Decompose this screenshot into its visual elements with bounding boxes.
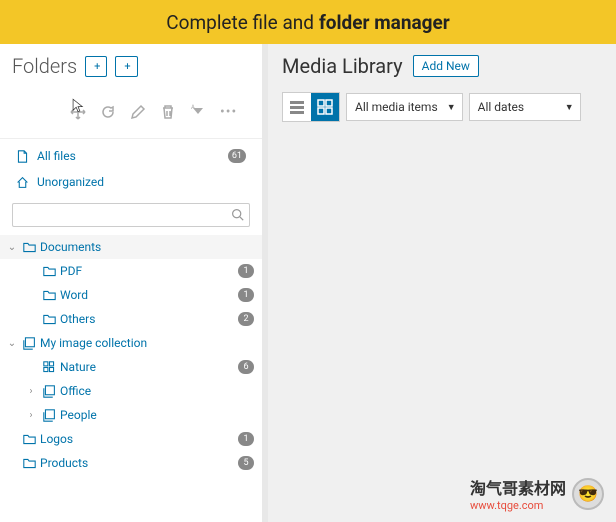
sidebar: Folders + + A ••• All files 61: [0, 44, 262, 522]
page-title: Media Library: [282, 54, 403, 78]
file-icon: [16, 150, 29, 163]
tree-label: PDF: [60, 264, 82, 278]
gallery-icon: [42, 409, 56, 422]
unorganized-item[interactable]: Unorganized: [0, 169, 262, 195]
content-area: Media Library Add New All media items Al…: [268, 44, 616, 522]
cursor-icon: [70, 98, 86, 114]
rename-icon[interactable]: [130, 104, 146, 120]
quick-label: Unorganized: [37, 175, 104, 189]
count-badge: 2: [238, 312, 254, 326]
tree-label: Logos: [40, 432, 73, 446]
tree-label: Word: [60, 288, 88, 302]
banner-text: Complete file and: [166, 11, 314, 34]
tree-item[interactable]: ⌄ Documents: [0, 235, 262, 259]
tree-label: Products: [40, 456, 88, 470]
tree-label: Office: [60, 384, 91, 398]
tree-label: Nature: [60, 360, 96, 374]
folder-icon: [42, 313, 56, 326]
caret-icon: ⌄: [6, 242, 18, 253]
tree-item[interactable]: PDF 1: [0, 259, 262, 283]
watermark-url: www.tqge.com: [470, 499, 566, 512]
search-input[interactable]: [12, 203, 250, 227]
banner-bold: folder manager: [319, 11, 450, 34]
tree-item[interactable]: Nature 6: [0, 355, 262, 379]
grid-icon: [42, 361, 56, 374]
more-icon[interactable]: •••: [220, 104, 237, 120]
folder-toolbar: A •••: [0, 86, 262, 139]
tree-item[interactable]: › Office: [0, 379, 262, 403]
tree-item[interactable]: Word 1: [0, 283, 262, 307]
watermark-text: 淘气哥素材网: [470, 475, 566, 499]
folder-tree: ⌄ Documents PDF 1 Word 1 Others 2 ⌄ My image coll…: [0, 235, 262, 522]
watermark-icon: 😎: [572, 478, 604, 510]
folder-icon: [22, 433, 36, 446]
tree-item[interactable]: Logos 1: [0, 427, 262, 451]
quick-label: All files: [37, 149, 76, 163]
list-view-button[interactable]: [283, 93, 311, 121]
caret-icon: ⌄: [6, 338, 18, 349]
sidebar-title: Folders: [12, 54, 77, 78]
new-folder-button[interactable]: +: [85, 56, 107, 77]
date-select[interactable]: All dates: [469, 93, 581, 121]
add-new-button[interactable]: Add New: [413, 55, 479, 77]
tree-item[interactable]: Others 2: [0, 307, 262, 331]
view-toggle: [282, 92, 340, 122]
caret-icon: ›: [24, 410, 38, 421]
search-icon: [231, 208, 244, 221]
count-badge: 5: [238, 456, 254, 470]
folder-icon: [22, 241, 36, 254]
refresh-icon[interactable]: [100, 104, 116, 120]
tree-label: Others: [60, 312, 95, 326]
home-icon: [16, 176, 29, 189]
folder-icon: [42, 289, 56, 302]
list-icon: [289, 99, 305, 115]
all-files-item[interactable]: All files 61: [0, 143, 262, 169]
count-badge: 61: [228, 149, 246, 163]
tree-label: Documents: [40, 240, 101, 254]
watermark: 淘气哥素材网 www.tqge.com 😎: [470, 475, 604, 512]
grid-icon: [317, 99, 333, 115]
banner: Complete file and folder manager: [0, 0, 616, 44]
count-badge: 6: [238, 360, 254, 374]
count-badge: 1: [238, 432, 254, 446]
sort-icon[interactable]: A: [190, 104, 206, 120]
tree-label: People: [60, 408, 97, 422]
tree-item[interactable]: › People: [0, 403, 262, 427]
svg-text:A: A: [191, 104, 195, 111]
delete-icon[interactable]: [160, 104, 176, 120]
folder-icon: [22, 457, 36, 470]
grid-view-button[interactable]: [311, 93, 339, 121]
tree-item[interactable]: Products 5: [0, 451, 262, 475]
count-badge: 1: [238, 264, 254, 278]
tree-label: My image collection: [40, 336, 147, 350]
media-type-select[interactable]: All media items: [346, 93, 463, 121]
caret-icon: ›: [24, 386, 38, 397]
folder-icon: [42, 265, 56, 278]
count-badge: 1: [238, 288, 254, 302]
new-gallery-button[interactable]: +: [115, 56, 137, 77]
tree-item[interactable]: ⌄ My image collection: [0, 331, 262, 355]
gallery-icon: [42, 385, 56, 398]
gallery-icon: [22, 337, 36, 350]
